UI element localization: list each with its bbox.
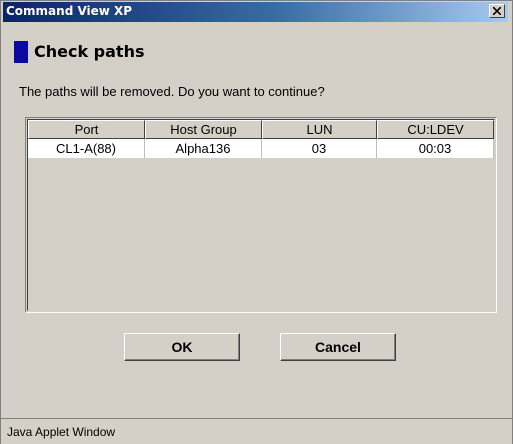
cell-cu-ldev: 00:03 (377, 139, 494, 158)
heading-marker (14, 41, 28, 63)
column-header-cu-ldev[interactable]: CU:LDEV (377, 120, 494, 139)
table-row[interactable]: CL1-A(88) Alpha136 03 00:03 (28, 139, 494, 158)
cancel-button[interactable]: Cancel (280, 333, 396, 361)
ok-button[interactable]: OK (124, 333, 240, 361)
close-button[interactable] (489, 4, 505, 18)
column-header-host-group[interactable]: Host Group (145, 120, 262, 139)
page-title: Check paths (34, 42, 145, 61)
table-viewport: Port Host Group LUN CU:LDEV CL1-A(88) Al… (27, 119, 495, 311)
cell-port: CL1-A(88) (28, 139, 145, 158)
cell-lun: 03 (262, 139, 377, 158)
title-bar[interactable]: Command View XP (3, 2, 508, 22)
table-header-row: Port Host Group LUN CU:LDEV (28, 120, 494, 139)
column-header-port[interactable]: Port (28, 120, 145, 139)
status-text: Java Applet Window (7, 425, 116, 439)
dialog-window: Command View XP Check paths The paths wi… (0, 0, 513, 444)
paths-table[interactable]: Port Host Group LUN CU:LDEV CL1-A(88) Al… (25, 117, 497, 313)
cell-host-group: Alpha136 (145, 139, 262, 158)
close-icon (493, 7, 501, 15)
status-bar: Java Applet Window (1, 418, 512, 444)
column-header-lun[interactable]: LUN (262, 120, 377, 139)
window-title: Command View XP (6, 4, 133, 18)
confirmation-message: The paths will be removed. Do you want t… (19, 84, 325, 99)
